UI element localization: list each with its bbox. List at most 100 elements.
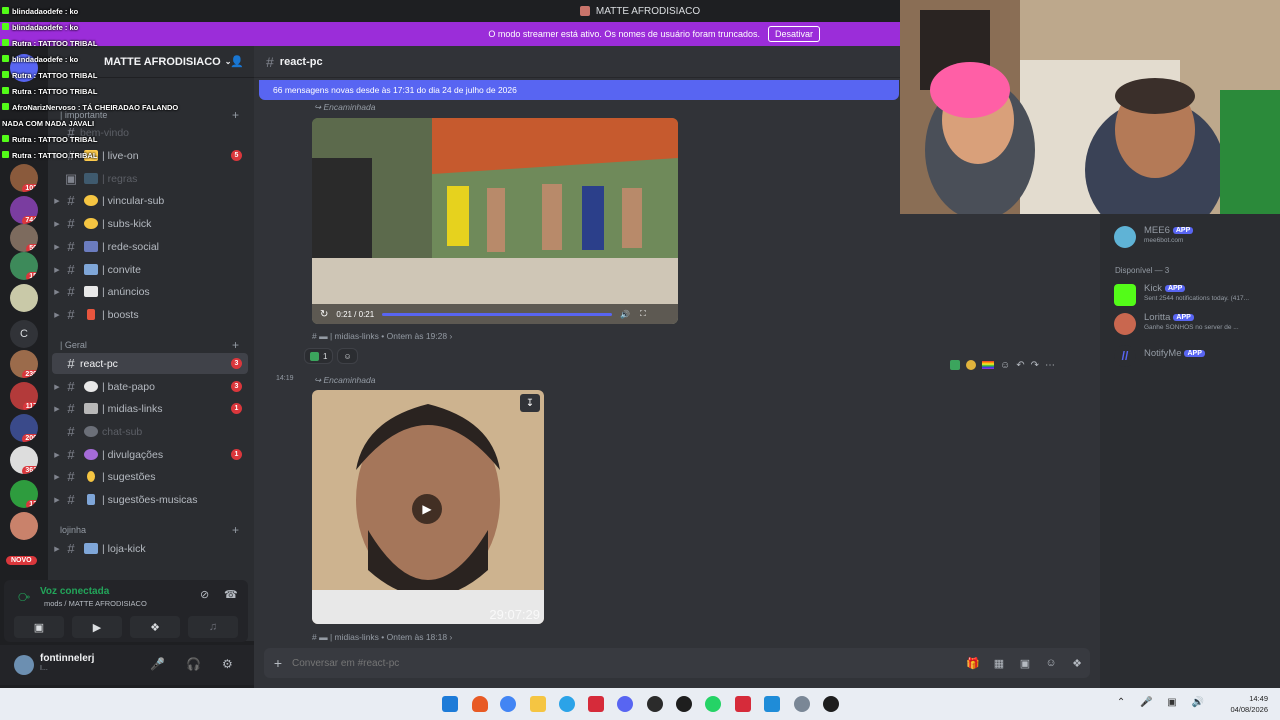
channel-subs-kick[interactable]: ▶ # | subs-kick: [52, 213, 248, 234]
gear-icon[interactable]: ⚙: [222, 657, 233, 671]
server-icon[interactable]: 117: [10, 382, 38, 410]
notepad-icon[interactable]: [764, 696, 780, 712]
camera-off-button[interactable]: ▣: [14, 616, 64, 638]
gif-icon[interactable]: ▦: [986, 657, 1012, 670]
server-icon[interactable]: 206: [10, 414, 38, 442]
username[interactable]: fontinnelerj: [40, 653, 94, 664]
disconnect-icon[interactable]: ☎: [224, 588, 238, 601]
avatar[interactable]: [14, 655, 34, 675]
add-channel-icon[interactable]: +: [232, 523, 239, 537]
voice-status[interactable]: Voz conectada: [40, 586, 109, 597]
channel-loja-kick[interactable]: ▶ # | loja-kick: [52, 538, 248, 559]
windows-start-icon[interactable]: [442, 696, 458, 712]
brave-icon[interactable]: [472, 696, 488, 712]
chrome-icon[interactable]: [500, 696, 516, 712]
server-icon[interactable]: 50: [10, 224, 38, 252]
voice-location[interactable]: mods / MATTE AFRODISIACO: [44, 599, 147, 608]
apps-icon[interactable]: ❖: [1064, 657, 1090, 670]
channel-divulgacoes[interactable]: ▶ # | divulgações 1: [52, 444, 248, 465]
download-icon[interactable]: ↧: [520, 394, 540, 412]
message-input[interactable]: [292, 657, 960, 669]
reply-icon[interactable]: ↶: [1016, 360, 1024, 371]
video-progress[interactable]: [382, 312, 613, 316]
forward-icon[interactable]: ↷: [1031, 360, 1039, 371]
server-icon[interactable]: 15: [10, 252, 38, 280]
member-item[interactable]: MEE6 APP mee6bot.com: [1114, 224, 1280, 248]
app-window: MATTE AFRODISIACO O modo streamer está a…: [0, 0, 1280, 720]
channel-midias-links[interactable]: ▶ # | midias-links 1: [52, 398, 248, 419]
play-button[interactable]: ▶: [412, 494, 442, 524]
discord-icon[interactable]: [617, 696, 633, 712]
channel-rede-social[interactable]: ▶ # | rede-social: [52, 236, 248, 257]
folder-icon[interactable]: [530, 696, 546, 712]
category-geral[interactable]: | Geral +: [60, 338, 239, 352]
server-icon[interactable]: [10, 284, 38, 312]
app-icon[interactable]: [735, 696, 751, 712]
reaction-check[interactable]: 1: [304, 348, 334, 364]
channel-sugestoes-musicas[interactable]: ▶ # | sugestões-musicas: [52, 489, 248, 510]
member-item[interactable]: Loritta APP Ganhe SONHOS no server de ...: [1114, 311, 1280, 335]
channel-sugestoes[interactable]: ▶ # | sugestões: [52, 466, 248, 487]
edge-icon[interactable]: [559, 696, 575, 712]
opera-icon[interactable]: [588, 696, 604, 712]
invite-icon[interactable]: 👤: [230, 55, 244, 68]
kick-icon: [2, 55, 9, 62]
fullscreen-icon[interactable]: ⛶: [640, 309, 646, 319]
server-icon[interactable]: 103: [10, 164, 38, 192]
whatsapp-icon[interactable]: [705, 696, 721, 712]
volume-icon[interactable]: 🔊: [620, 310, 630, 319]
add-channel-icon[interactable]: +: [232, 108, 239, 122]
add-reaction-icon[interactable]: ☺: [1000, 360, 1010, 371]
member-item[interactable]: // NotifyMe APP: [1114, 343, 1280, 367]
channel-regras[interactable]: ▣ | regras: [52, 168, 248, 189]
screen-share-button[interactable]: ▶: [72, 616, 122, 638]
video-attachment[interactable]: ↻ 0:21 / 0:21 🔊 ⛶: [312, 118, 678, 324]
emoji-icon[interactable]: ☺: [1038, 657, 1064, 669]
server-icon[interactable]: 361: [10, 446, 38, 474]
channel-convite[interactable]: ▶ # | convite: [52, 259, 248, 280]
headphones-icon[interactable]: 🎧: [186, 657, 201, 671]
gift-icon[interactable]: 🎁: [960, 657, 986, 670]
obs-icon[interactable]: [647, 696, 663, 712]
member-item[interactable]: Kick APP Sent 2544 notifications today. (…: [1114, 282, 1280, 306]
channel-label: chat-sub: [102, 425, 143, 438]
settings-icon[interactable]: [794, 696, 810, 712]
channel-boosts[interactable]: ▶ # | boosts: [52, 304, 248, 325]
check-reaction-icon[interactable]: [950, 360, 960, 370]
signal-icon[interactable]: ⧂: [18, 590, 30, 605]
clock[interactable]: 14:49 04/08/2026: [1230, 693, 1268, 715]
channel-react-pc[interactable]: # react-pc 3: [52, 353, 248, 374]
channel-chat-sub[interactable]: # chat-sub: [52, 421, 248, 442]
new-messages-bar[interactable]: 66 mensagens novas desde às 17:31 do dia…: [259, 80, 899, 100]
activities-button[interactable]: ❖: [130, 616, 180, 638]
app-icon[interactable]: [823, 696, 839, 712]
flag-reaction-icon[interactable]: [982, 361, 994, 369]
noise-suppression-icon[interactable]: ⊘: [200, 588, 209, 601]
video-attachment[interactable]: ▶ ↧ 29:07:29: [312, 390, 544, 624]
soundboard-button[interactable]: ♫: [188, 616, 238, 638]
add-channel-icon[interactable]: +: [232, 338, 239, 352]
server-icon[interactable]: 13: [10, 480, 38, 508]
category-lojinha[interactable]: lojinha +: [60, 523, 239, 537]
sticker-icon[interactable]: ▣: [1012, 657, 1038, 670]
app-icon[interactable]: [676, 696, 692, 712]
message-source[interactable]: # ▬ | midias-links • Ontem às 19:28 ›: [312, 331, 452, 341]
replay-icon[interactable]: ↻: [320, 309, 328, 320]
avatar: [1114, 284, 1136, 306]
mic-muted-icon[interactable]: 🎤: [150, 657, 165, 671]
disable-streamer-button[interactable]: Desativar: [767, 26, 820, 42]
channel-vincular-sub[interactable]: ▶ # | vincular-sub: [52, 190, 248, 211]
server-icon[interactable]: [10, 512, 38, 540]
system-tray[interactable]: ⌃ 🎤 ▣ 🔊: [1117, 697, 1210, 708]
channel-bate-papo[interactable]: ▶ # | bate-papo 3: [52, 376, 248, 397]
channel-anuncios[interactable]: ▶ # | anúncios: [52, 281, 248, 302]
add-reaction-button[interactable]: ☺: [337, 348, 358, 364]
emoji-reaction-icon[interactable]: [966, 360, 976, 370]
upload-plus-icon[interactable]: +: [264, 655, 292, 671]
hash-icon: #: [67, 193, 75, 208]
server-icon[interactable]: 744: [10, 196, 38, 224]
message-source[interactable]: # ▬ | midias-links • Ontem às 18:18 ›: [312, 632, 452, 642]
more-icon[interactable]: ⋯: [1045, 360, 1055, 371]
server-icon[interactable]: 239: [10, 350, 38, 378]
server-icon-letter[interactable]: C: [10, 320, 38, 348]
